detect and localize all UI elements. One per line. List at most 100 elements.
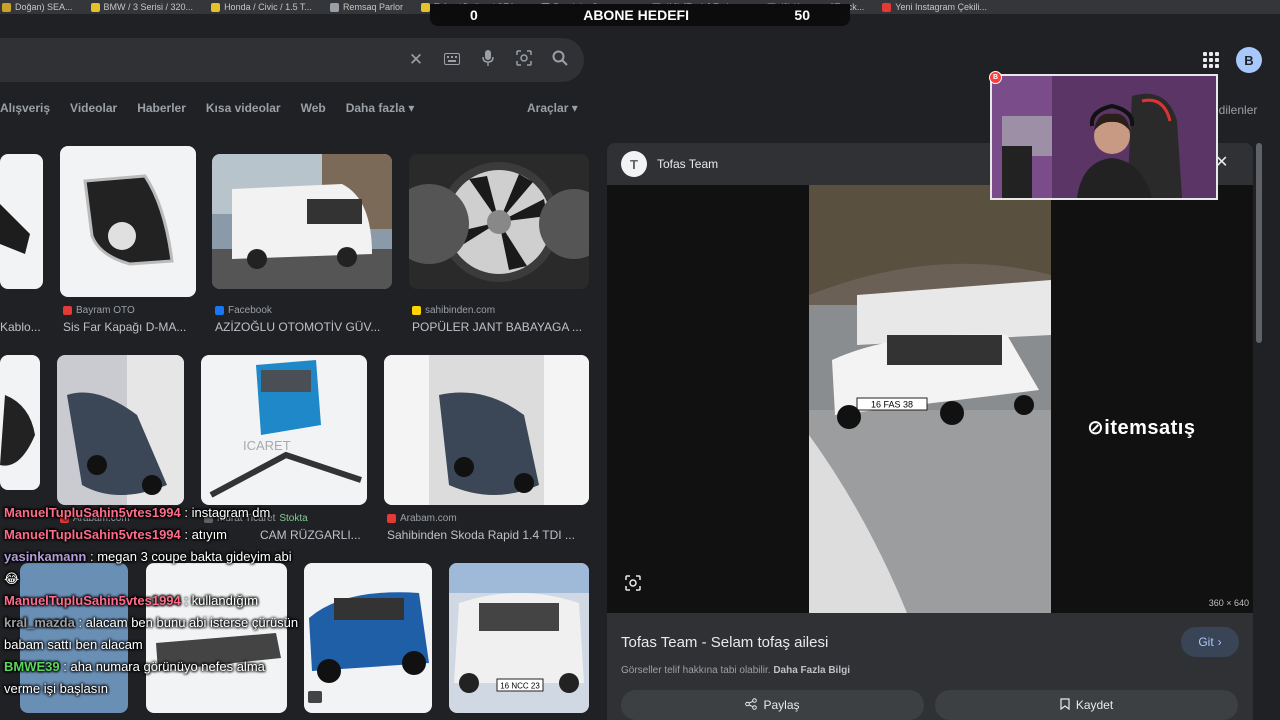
stream-chat: ManuelTupluSahin5vtes1994 : instagram dm… [4,502,304,700]
chat-username: kral_mazda [4,615,75,630]
result-source-4: sahibinden.com [412,305,495,316]
tab-more-label: Daha fazla [345,101,406,115]
visit-label: Git [1198,635,1214,649]
bookmark-item[interactable]: Doğan) SEA... [2,2,73,12]
chat-message: kral_mazda : alacam ben bunu abi isterse… [4,612,304,656]
tab-web[interactable]: Web [301,101,326,115]
result-thumb-11[interactable] [304,563,432,713]
bookmark-item[interactable]: BMW / 3 Serisi / 320... [90,2,193,12]
chat-message: ManuelTupluSahin5vtes1994 : atıyım [4,524,304,546]
result-thumb-4[interactable] [409,154,589,289]
result-thumb-5[interactable] [0,355,40,490]
bookmark-favicon-icon [90,2,100,12]
result-title-1[interactable]: Kablo... [0,320,40,334]
preview-header: T Tofas Team [621,151,718,177]
chat-username: yasinkamann [4,549,87,564]
preview-image-area[interactable]: 16 FAS 38 ⊘itemsatış [607,185,1253,613]
bookmark-item[interactable]: Honda / Civic / 1.5 T... [211,2,312,12]
microphone-icon[interactable] [478,49,498,71]
sahibinden-icon [412,306,421,315]
subscriber-goal-overlay: 0 ABONE HEDEFI 50 [430,4,850,26]
screen: Doğan) SEA... BMW / 3 Serisi / 320... Hond… [0,0,1280,720]
license-link[interactable]: Daha Fazla Bilgi [773,665,850,676]
bookmark-item[interactable]: Yeni Instagram Çekili... [882,2,987,12]
lens-search-icon[interactable] [625,575,641,596]
search-input[interactable] [10,50,370,67]
tab-videos[interactable]: Videolar [70,101,117,115]
tab-short-videos[interactable]: Kısa videolar [206,101,281,115]
site-name[interactable]: Tofas Team [657,157,718,171]
goal-title: ABONE HEDEFI [583,7,689,23]
result-title-4[interactable]: POPÜLER JANT BABAYAGA ... [412,320,590,334]
bookmark-favicon-icon [420,2,430,12]
save-label: Kaydet [1075,698,1114,712]
license-notice: Görseller telif hakkına tabi olabilir. D… [621,665,850,676]
goal-target: 50 [794,7,810,23]
source-label: sahibinden.com [425,305,496,316]
bookmark-favicon-icon [211,2,221,12]
bookmark-label: Doğan) SEA... [15,2,73,12]
watermark-text: itemsatış [1104,417,1196,439]
result-source-3: Facebook [215,305,272,316]
visit-button[interactable]: Git › [1181,627,1239,657]
share-label: Paylaş [763,698,800,712]
bookmark-label: Honda / Civic / 1.5 T... [224,2,312,12]
source-label: Bayram OTO [76,305,135,316]
preview-panel: T Tofas Team 16 FAS 38 ⊘itemsatış 360 × … [607,143,1253,720]
clear-icon[interactable]: ✕ [406,50,426,70]
bookmark-label: Yeni Instagram Çekili... [895,2,987,12]
save-button[interactable]: Kaydet [935,690,1238,720]
saved-link[interactable]: edilenler [1212,103,1257,117]
share-button[interactable]: Paylaş [621,690,924,720]
chat-username: ManuelTupluSahin5vtes1994 [4,505,181,520]
itemsatis-watermark: ⊘itemsatış [1087,417,1196,439]
source-label: Arabam.com [400,513,457,524]
tab-more[interactable]: Daha fazla ▾ [346,101,415,115]
result-source-2: Bayram OTO [63,305,135,316]
bookmark-favicon-icon [329,2,339,12]
tools-button[interactable]: Araçlar ▾ [527,101,578,115]
lens-icon[interactable] [514,49,534,71]
tab-news[interactable]: Haberler [137,101,186,115]
chat-message: ManuelTupluSahin5vtes1994 : kullandığım [4,590,304,612]
result-thumb-12[interactable]: 16 NCC 23 [449,563,589,713]
result-thumb-6[interactable] [57,355,184,505]
result-title-3[interactable]: AZİZOĞLU OTOMOTİV GÜV... [215,320,390,334]
share-icon [745,697,758,713]
chat-text: : instagram dm [184,505,271,520]
result-title-2[interactable]: Sis Far Kapağı D-MA... [63,320,193,334]
chat-message: BMWE39 : aha numara görünüyo nefes alma … [4,656,304,700]
result-source-8: Arabam.com [387,513,457,524]
facebook-icon [215,306,224,315]
result-thumb-1[interactable] [0,154,43,289]
source-label: Facebook [228,305,272,316]
image-dimensions: 360 × 640 [1208,598,1249,608]
result-thumb-7[interactable]: ICARET [201,355,367,505]
preview-title[interactable]: Tofas Team - Selam tofaş ailesi [621,634,828,651]
source-favicon-icon [387,514,396,523]
chat-message: ManuelTupluSahin5vtes1994 : instagram dm [4,502,304,524]
bookmark-favicon-icon [882,2,892,12]
chat-text: : atıyım [184,527,228,542]
scrollbar[interactable] [1256,143,1262,343]
bookmark-icon [1060,697,1070,713]
bookmark-item[interactable]: Remsaq Parlor [329,2,403,12]
chat-text: : kullandığım [184,593,259,608]
site-logo: T [621,151,647,177]
apps-grid-icon[interactable] [1203,52,1219,68]
tab-shopping[interactable]: Alışveriş [0,101,50,115]
bookmark-favicon-icon [2,2,11,12]
avatar[interactable]: B [1236,47,1262,73]
search-tabs: Alışveriş Videolar Haberler Kısa videola… [0,101,414,115]
keyboard-icon[interactable] [442,50,462,70]
chat-message: yasinkamann : megan 3 coupe bakta gideyi… [4,546,304,590]
car-plate-text: 16 FAS 38 [871,400,913,410]
chevron-down-icon: ▾ [571,101,578,115]
result-title-8[interactable]: Sahibinden Skoda Rapid 1.4 TDI ... [387,528,587,542]
result-thumb-2[interactable] [60,146,196,297]
tools-label: Araçlar [527,101,569,115]
result-thumb-8[interactable] [384,355,589,505]
chat-username: ManuelTupluSahin5vtes1994 [4,593,181,608]
result-thumb-3[interactable] [212,154,392,289]
search-icon[interactable] [550,50,570,71]
